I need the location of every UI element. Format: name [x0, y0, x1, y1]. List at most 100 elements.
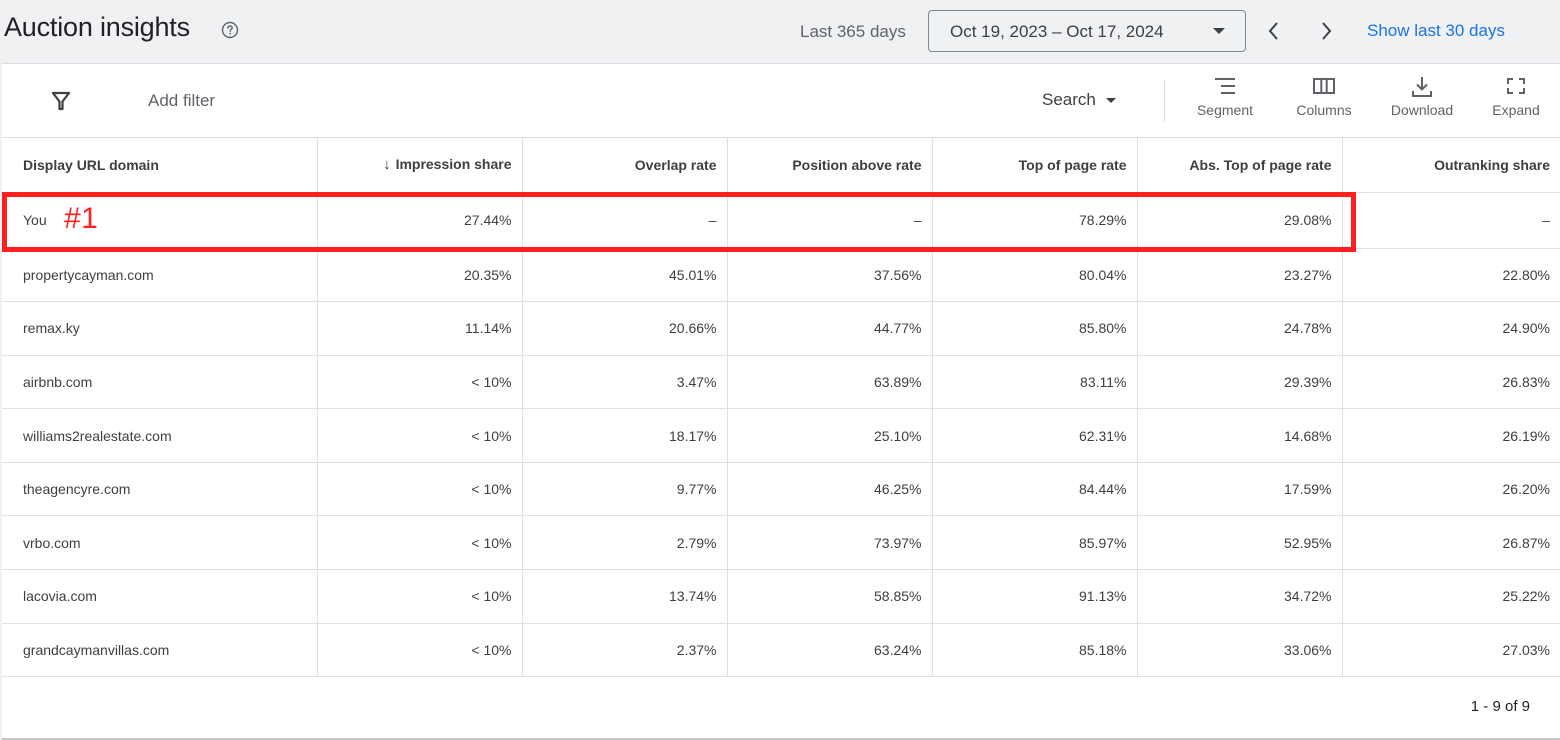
cell-abs-top-of-page-rate: 17.59%: [1137, 462, 1343, 517]
table-row: williams2realestate.com < 10% 18.17% 25.10%…: [2, 408, 1560, 463]
cell-position-above-rate: 63.89%: [727, 355, 933, 410]
columns-icon: [1313, 78, 1335, 94]
cell-overlap-rate: –: [522, 192, 728, 249]
cell-abs-top-of-page-rate: 29.39%: [1137, 355, 1343, 410]
column-header-abs-top-of-page-rate[interactable]: Abs. Top of page rate: [1137, 138, 1343, 193]
table-row: remax.ky 11.14% 20.66% 44.77% 85.80% 24.78% 24…: [2, 301, 1560, 356]
table-header-row: Display URL domain ↓ Impression share Ove…: [2, 138, 1560, 193]
network-dropdown[interactable]: Search: [1042, 90, 1116, 110]
table-row: grandcaymanvillas.com < 10% 2.37% 63.24% 85.…: [2, 623, 1560, 678]
cell-outranking-share: 25.22%: [1342, 569, 1560, 624]
cell-outranking-share: 26.87%: [1342, 515, 1560, 571]
pagination-summary: 1 - 9 of 9: [1470, 698, 1530, 715]
cell-position-above-rate: 73.97%: [727, 515, 933, 571]
columns-button[interactable]: Columns: [1286, 76, 1362, 132]
columns-label: Columns: [1296, 102, 1352, 118]
cell-abs-top-of-page-rate: 52.95%: [1137, 515, 1343, 571]
cell-outranking-share: –: [1342, 192, 1560, 249]
cell-overlap-rate: 45.01%: [522, 248, 728, 303]
chevron-left-icon[interactable]: [1258, 14, 1290, 48]
table-row: lacovia.com < 10% 13.74% 58.85% 91.13% 34.72%…: [2, 569, 1560, 624]
cell-overlap-rate: 2.37%: [522, 623, 728, 678]
cell-position-above-rate: 37.56%: [727, 248, 933, 303]
cell-impression-share: < 10%: [317, 462, 523, 517]
table-row-you: You 27.44% – –78.29% 29.08% –: [2, 192, 1560, 249]
cell-abs-top-of-page-rate: 29.08%: [1137, 192, 1343, 249]
auction-insights-table: Display URL domain ↓ Impression share Ove…: [2, 138, 1560, 678]
column-header-top-of-page-rate[interactable]: Top of page rate: [932, 138, 1138, 193]
cell-top-of-page-rate: 85.97%: [932, 515, 1138, 571]
cell-outranking-share: 27.03%: [1342, 623, 1560, 678]
rank-annotation: #1: [64, 202, 99, 235]
cell-position-above-rate: –: [727, 192, 933, 249]
cell-display-url-domain: airbnb.com: [2, 355, 318, 410]
page-header: Auction insights Last 365 days Oct 19, 2…: [0, 0, 1560, 64]
cell-display-url-domain: You: [2, 192, 318, 249]
cell-outranking-share: 26.20%: [1342, 462, 1560, 517]
cell-impression-share: < 10%: [317, 569, 523, 624]
expand-button[interactable]: Expand: [1484, 76, 1548, 132]
cell-overlap-rate: 3.47%: [522, 355, 728, 410]
date-range-value: Oct 19, 2023 – Oct 17, 2024: [950, 22, 1164, 41]
page-title: Auction insights: [4, 12, 190, 42]
date-range-picker[interactable]: Oct 19, 2023 – Oct 17, 2024: [928, 10, 1246, 52]
table-row: airbnb.com < 10% 3.47% 63.89% 83.11% 29.39% 26…: [2, 355, 1560, 410]
table-row: vrbo.com < 10% 2.79% 73.97% 85.97% 52.95% 26.8…: [2, 515, 1560, 571]
filter-icon[interactable]: [50, 90, 72, 112]
cell-outranking-share: 26.19%: [1342, 408, 1560, 463]
table-toolbar: Add filter Search Segment Columns Downlo…: [2, 64, 1560, 138]
dropdown-caret-icon: [1105, 98, 1116, 104]
chevron-right-icon[interactable]: [1310, 14, 1342, 48]
column-header-position-above-rate[interactable]: Position above rate: [727, 138, 933, 193]
download-icon: [1412, 77, 1432, 97]
cell-overlap-rate: 9.77%: [522, 462, 728, 517]
cell-display-url-domain: williams2realestate.com: [2, 408, 318, 463]
column-header-display-url-domain[interactable]: Display URL domain: [2, 138, 318, 193]
cell-impression-share: < 10%: [317, 355, 523, 410]
cell-overlap-rate: 18.17%: [522, 408, 728, 463]
expand-label: Expand: [1492, 102, 1540, 118]
cell-abs-top-of-page-rate: 24.78%: [1137, 301, 1343, 356]
column-header-impression-share[interactable]: ↓ Impression share: [317, 138, 523, 193]
column-header-overlap-rate[interactable]: Overlap rate: [522, 138, 728, 193]
cell-display-url-domain: propertycayman.com: [2, 248, 318, 303]
cell-overlap-rate: 2.79%: [522, 515, 728, 571]
cell-outranking-share: 26.83%: [1342, 355, 1560, 410]
table-row: theagencyre.com < 10% 9.77% 46.25% 84.44% 17.…: [2, 462, 1560, 517]
segment-button[interactable]: Segment: [1188, 76, 1262, 132]
cell-top-of-page-rate: 85.18%: [932, 623, 1138, 678]
show-last-30-days-link[interactable]: Show last 30 days: [1367, 21, 1505, 41]
help-circle-icon[interactable]: [220, 20, 240, 40]
cell-top-of-page-rate: 78.29%: [932, 192, 1138, 249]
download-button[interactable]: Download: [1382, 76, 1462, 132]
cell-position-above-rate: 63.24%: [727, 623, 933, 678]
expand-icon: [1507, 78, 1525, 94]
auction-insights-card: Add filter Search Segment Columns Downlo…: [2, 63, 1560, 740]
cell-overlap-rate: 20.66%: [522, 301, 728, 356]
column-header-outranking-share[interactable]: Outranking share: [1342, 138, 1560, 193]
cell-top-of-page-rate: 62.31%: [932, 408, 1138, 463]
cell-position-above-rate: 46.25%: [727, 462, 933, 517]
segment-label: Segment: [1196, 102, 1254, 118]
table-body: You 27.44% – –78.29% 29.08% – propertycayman.c…: [2, 192, 1560, 678]
cell-impression-share: < 10%: [317, 623, 523, 678]
cell-display-url-domain: remax.ky: [2, 301, 318, 356]
add-filter-button[interactable]: Add filter: [148, 91, 215, 111]
cell-overlap-rate: 13.74%: [522, 569, 728, 624]
cell-impression-share: 11.14%: [317, 301, 523, 356]
cell-abs-top-of-page-rate: 34.72%: [1137, 569, 1343, 624]
cell-display-url-domain: theagencyre.com: [2, 462, 318, 517]
toolbar-divider: [1164, 80, 1165, 122]
cell-abs-top-of-page-rate: 23.27%: [1137, 248, 1343, 303]
cell-impression-share: 27.44%: [317, 192, 523, 249]
sort-descending-icon: ↓: [383, 156, 391, 174]
download-label: Download: [1390, 102, 1454, 118]
cell-abs-top-of-page-rate: 33.06%: [1137, 623, 1343, 678]
cell-position-above-rate: 44.77%: [727, 301, 933, 356]
cell-impression-share: < 10%: [317, 408, 523, 463]
cell-display-url-domain: grandcaymanvillas.com: [2, 623, 318, 678]
cell-top-of-page-rate: 80.04%: [932, 248, 1138, 303]
cell-abs-top-of-page-rate: 14.68%: [1137, 408, 1343, 463]
dropdown-caret-icon: [1213, 28, 1225, 34]
table-footer: 1 - 9 of 9: [2, 676, 1560, 739]
